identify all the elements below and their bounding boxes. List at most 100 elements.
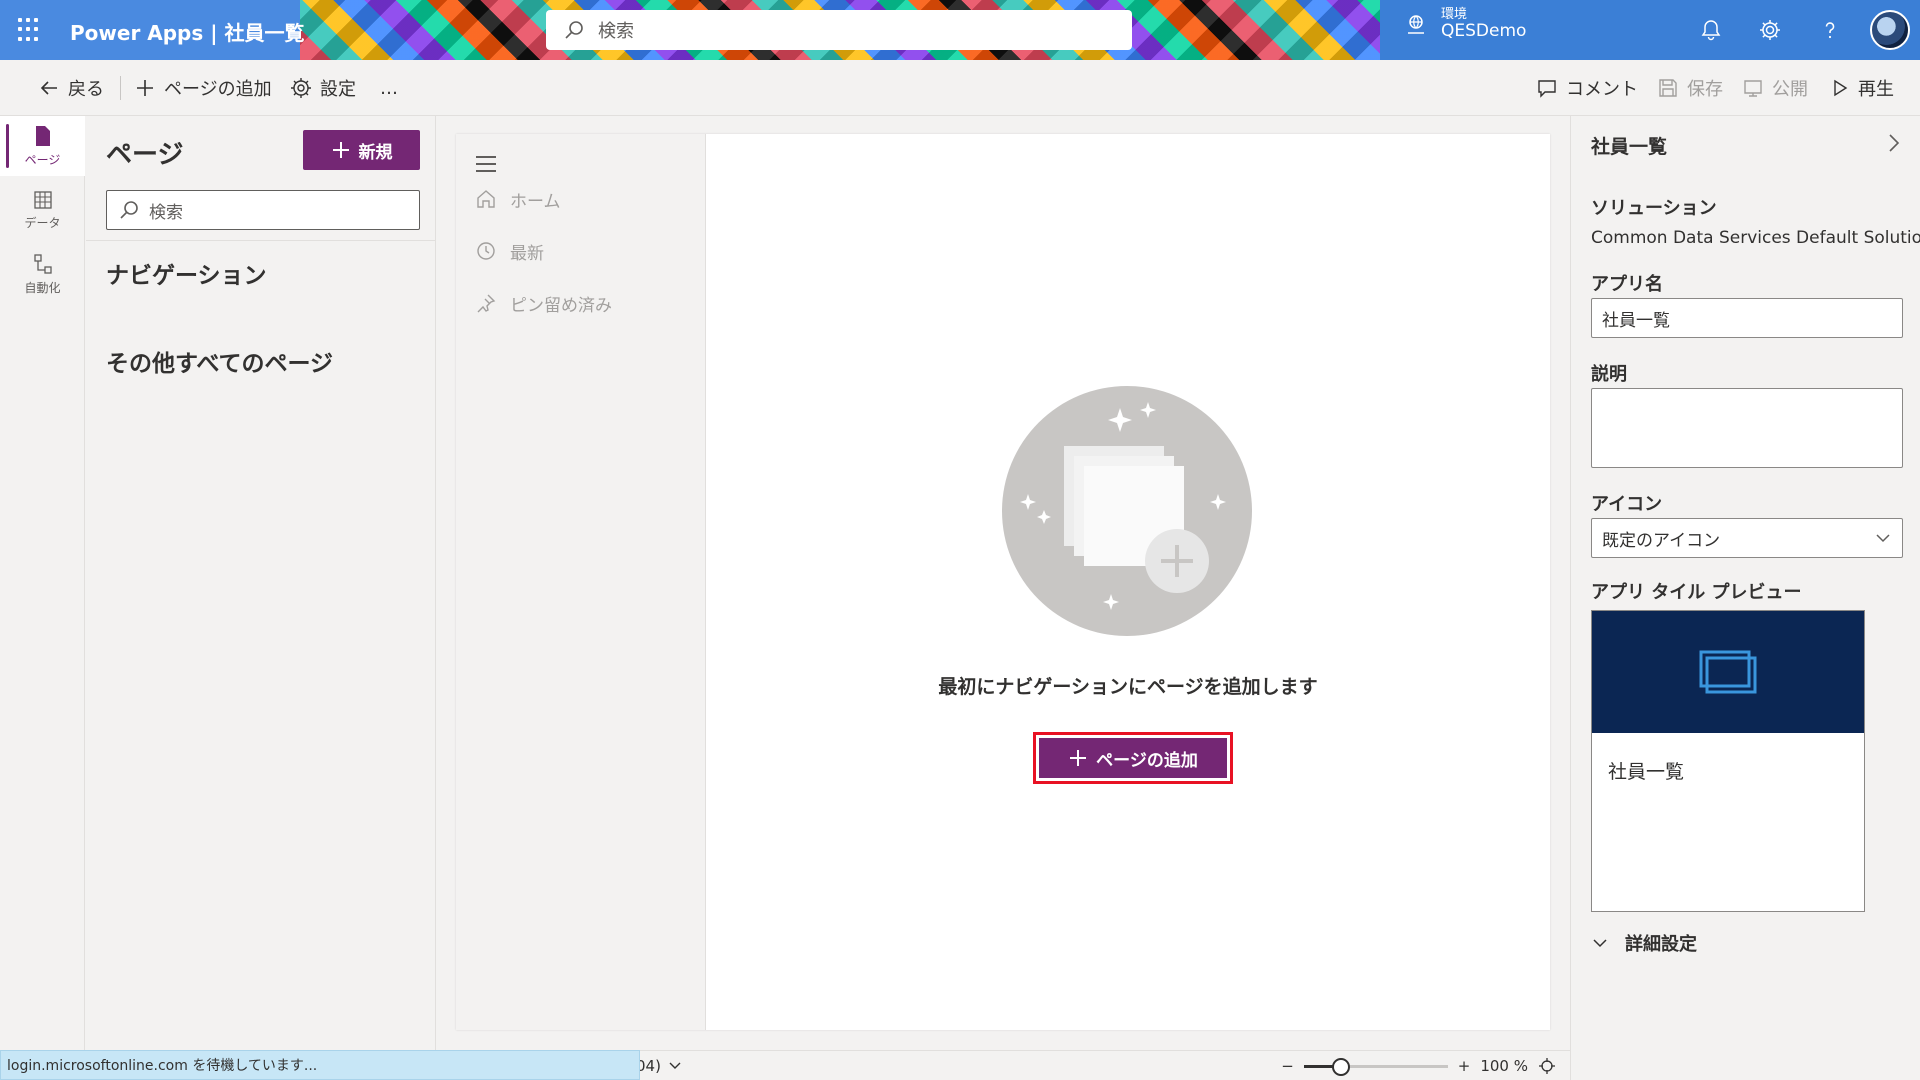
nav-item-home[interactable]: ホーム (476, 184, 561, 214)
save-icon (1659, 79, 1677, 97)
hamburger-menu-icon[interactable] (476, 156, 496, 172)
version-selector[interactable]: 04) (636, 1057, 683, 1075)
app-tile-icon (1699, 650, 1757, 694)
environment-name: QESDemo (1441, 21, 1527, 42)
app-properties-panel: 社員一覧 ソリューション Common Data Services Defaul… (1570, 116, 1920, 1080)
play-icon (1834, 79, 1848, 97)
rail-item-automate[interactable]: 自動化 (0, 244, 85, 304)
table-icon (33, 190, 52, 209)
rail-pages-label: ページ (24, 152, 61, 167)
command-separator (120, 76, 121, 100)
global-search-placeholder: 検索 (598, 21, 634, 42)
environment-picker[interactable]: 環境 QESDemo (1405, 7, 1527, 42)
app-name-label: アプリ名 (1591, 274, 1663, 295)
add-page-button[interactable]: ページの追加 (1039, 738, 1227, 778)
help-icon[interactable] (1818, 18, 1842, 42)
app-name-value: 社員一覧 (1602, 310, 1670, 331)
search-icon (565, 21, 583, 39)
zoom-slider-thumb[interactable] (1331, 1058, 1350, 1076)
zoom-out-icon[interactable]: − (1281, 1057, 1294, 1075)
description-label: 説明 (1591, 364, 1627, 385)
nav-item-recent[interactable]: 最新 (476, 236, 544, 266)
app-navigation-pane: ホーム 最新 ピン留め済み (456, 134, 706, 1030)
more-commands-button[interactable]: … (380, 60, 398, 116)
global-search-input[interactable]: 検索 (546, 10, 1132, 50)
settings-command[interactable]: 設定 (290, 60, 356, 116)
icon-label: アイコン (1591, 494, 1663, 515)
left-rail: ページ データ 自動化 (0, 116, 85, 1080)
icon-dropdown-value: 既定のアイコン (1602, 530, 1721, 551)
new-page-label: 新規 (358, 142, 393, 163)
fit-to-screen-icon[interactable] (1538, 1057, 1556, 1075)
app-preview-frame: ホーム 最新 ピン留め済み 最初にナビゲーションにページを追加します ページの追… (456, 134, 1550, 1030)
back-button[interactable]: 戻る (38, 60, 104, 116)
other-pages-heading: その他すべてのページ (106, 351, 334, 377)
app-tile-header (1592, 611, 1864, 733)
panel-divider (86, 240, 435, 241)
chevron-down-icon (1593, 939, 1607, 948)
comment-label: コメント (1566, 79, 1638, 100)
browser-status-bar: login.microsoftonline.com を待機しています... (0, 1050, 640, 1080)
back-label: 戻る (68, 79, 104, 100)
nav-item-pinned[interactable]: ピン留め済み (476, 288, 612, 318)
clock-icon (477, 242, 495, 260)
page-icon (35, 125, 50, 146)
pages-panel-title: ページ (106, 140, 184, 170)
save-label: 保存 (1687, 79, 1723, 100)
app-name-field[interactable]: 社員一覧 (1591, 298, 1903, 338)
environment-icon (1408, 15, 1424, 35)
settings-command-label: 設定 (320, 79, 356, 100)
environment-label: 環境 (1441, 7, 1468, 22)
publish-command[interactable]: 公開 (1742, 60, 1808, 116)
play-command[interactable]: 再生 (1830, 60, 1894, 116)
zoom-controls: − + 100 % (1281, 1051, 1570, 1080)
navigation-heading: ナビゲーション (106, 263, 267, 289)
plus-icon (332, 142, 349, 158)
tile-preview-label: アプリ タイル プレビュー (1591, 582, 1802, 603)
icon-dropdown[interactable]: 既定のアイコン (1591, 518, 1903, 558)
nav-item-recent-label: 最新 (510, 243, 544, 264)
save-command[interactable]: 保存 (1657, 60, 1723, 116)
flow-icon (33, 253, 52, 274)
home-icon (477, 190, 495, 208)
comment-command[interactable]: コメント (1536, 60, 1638, 116)
chevron-down-icon (1876, 534, 1890, 543)
add-page-highlight-frame: ページの追加 (1033, 732, 1233, 784)
rail-automate-label: 自動化 (24, 280, 61, 295)
description-field[interactable] (1591, 388, 1903, 468)
search-icon (120, 201, 138, 219)
zoom-value: 100 % (1480, 1057, 1528, 1075)
rail-item-data[interactable]: データ (0, 180, 85, 240)
arrow-left-icon (40, 81, 57, 95)
solution-value: Common Data Services Default Solution (1591, 228, 1920, 248)
chevron-right-icon[interactable] (1883, 132, 1905, 154)
pages-search-input[interactable]: 検索 (106, 190, 420, 230)
nav-item-home-label: ホーム (510, 191, 561, 212)
app-launcher-icon[interactable] (18, 18, 42, 42)
solution-label: ソリューション (1591, 198, 1717, 219)
chevron-down-icon (669, 1062, 681, 1069)
add-page-command[interactable]: ページの追加 (134, 60, 272, 116)
play-label: 再生 (1858, 79, 1894, 100)
advanced-settings-label: 詳細設定 (1625, 934, 1697, 955)
nav-item-pinned-label: ピン留め済み (510, 295, 612, 316)
properties-title: 社員一覧 (1591, 136, 1668, 158)
notifications-icon[interactable] (1699, 18, 1723, 42)
app-title: Power Apps | 社員一覧 (70, 21, 305, 45)
zoom-slider[interactable] (1303, 1056, 1448, 1076)
empty-state: 最初にナビゲーションにページを追加します ページの追加 (706, 134, 1550, 1030)
settings-gear-icon[interactable] (1758, 18, 1782, 42)
rail-item-pages[interactable]: ページ (0, 116, 85, 176)
add-page-command-label: ページの追加 (164, 79, 272, 100)
plus-icon (137, 80, 153, 96)
empty-pages-illustration (1002, 386, 1252, 636)
canvas-area: ホーム 最新 ピン留め済み 最初にナビゲーションにページを追加します ページの追… (436, 116, 1570, 1050)
more-icon: … (380, 77, 398, 99)
user-avatar[interactable] (1870, 10, 1910, 50)
gear-icon (291, 78, 311, 98)
zoom-in-icon[interactable]: + (1458, 1057, 1471, 1075)
advanced-settings-toggle[interactable]: 詳細設定 (1591, 930, 1697, 956)
new-page-button[interactable]: 新規 (303, 130, 420, 170)
publish-icon (1744, 80, 1762, 97)
comment-icon (1538, 80, 1556, 98)
